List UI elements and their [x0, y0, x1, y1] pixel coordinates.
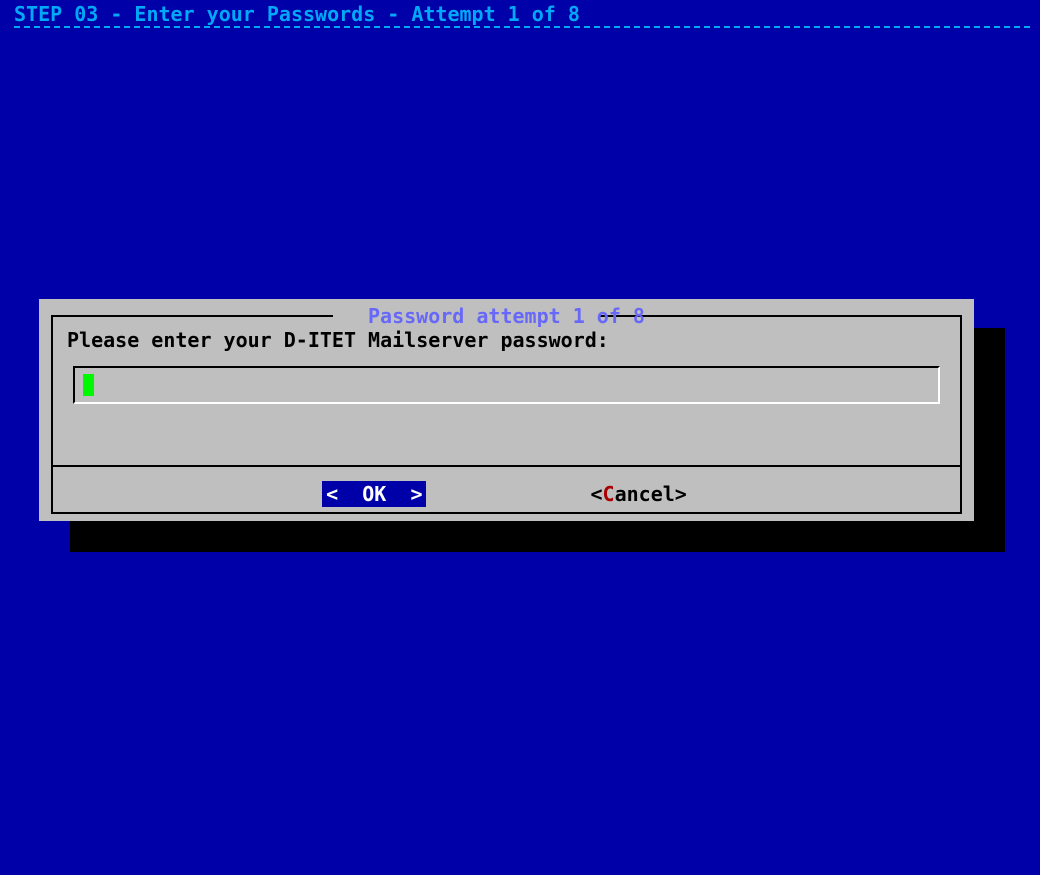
- cancel-rest: ancel: [615, 482, 675, 506]
- dialog-title: Password attempt 1 of 8: [39, 304, 974, 328]
- cancel-hotkey: C: [603, 482, 615, 506]
- cancel-bracket-open: <: [590, 482, 602, 506]
- cancel-bracket-close: >: [675, 482, 687, 506]
- ok-button[interactable]: < OK >: [322, 481, 426, 507]
- terminal-screen: STEP 03 - Enter your Passwords - Attempt…: [0, 0, 1040, 875]
- password-prompt: Please enter your D-ITET Mailserver pass…: [67, 328, 609, 352]
- ok-label: OK: [362, 482, 386, 506]
- ok-bracket-close: >: [386, 482, 422, 506]
- password-input[interactable]: [73, 366, 940, 404]
- text-cursor: [83, 374, 94, 396]
- step-header: STEP 03 - Enter your Passwords - Attempt…: [14, 2, 1026, 26]
- header-divider: [14, 26, 1030, 28]
- dialog-button-row: < OK > <Cancel>: [39, 480, 974, 508]
- ok-bracket-open: <: [326, 482, 362, 506]
- cancel-button[interactable]: <Cancel>: [586, 481, 690, 507]
- password-dialog: Password attempt 1 of 8 Please enter you…: [39, 299, 974, 521]
